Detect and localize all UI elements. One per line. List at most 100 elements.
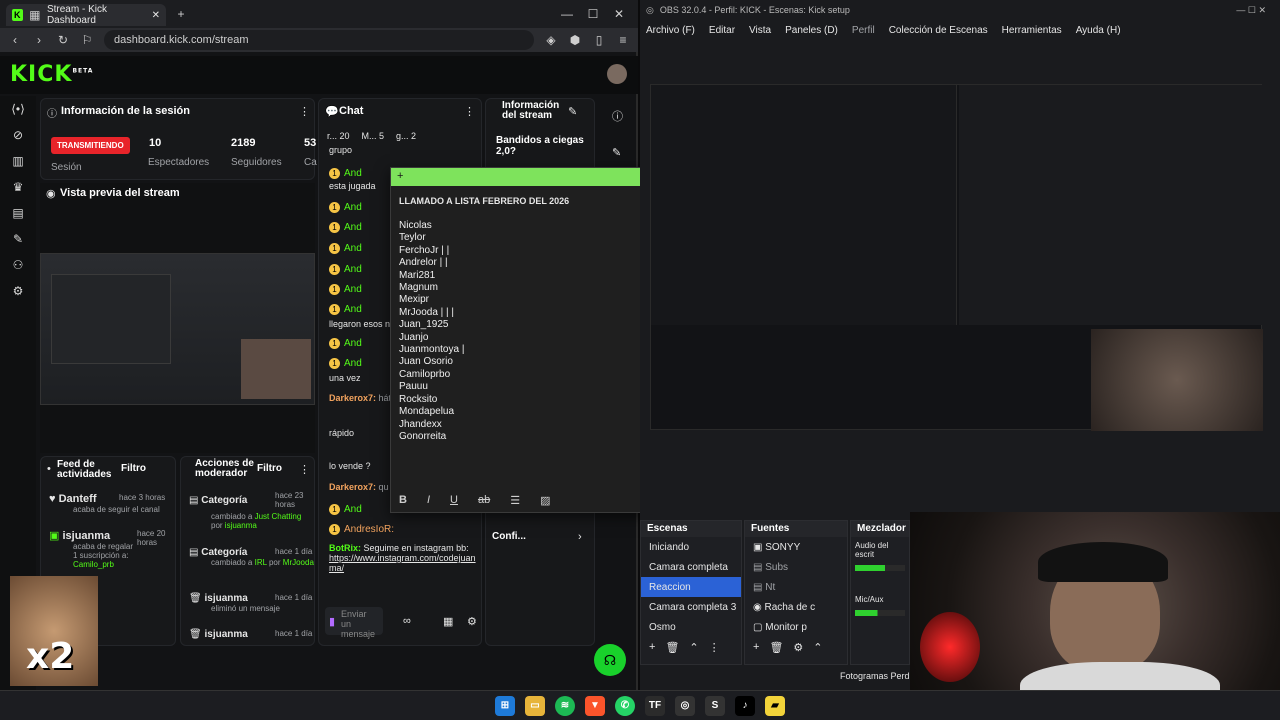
gift-icon[interactable]: ▦ (443, 615, 453, 628)
close-icon[interactable]: ✕ (152, 10, 160, 21)
strikethrough-icon[interactable]: ab (478, 494, 490, 507)
gear-icon[interactable]: ⚙ (793, 641, 803, 654)
up-icon[interactable]: ⌃ (689, 641, 698, 654)
support-button[interactable]: ☊ (594, 644, 626, 676)
source-item[interactable]: ◉ Racha de c (745, 597, 847, 617)
browser-tab[interactable]: K ▦ Stream - Kick Dashboard ✕ (6, 4, 166, 26)
layout-icon[interactable]: ▤ (0, 200, 36, 226)
back-icon[interactable]: ‹ (8, 33, 22, 47)
extensions-icon[interactable]: ⬢ (568, 33, 582, 47)
url-field[interactable]: dashboard.kick.com/stream (104, 30, 534, 50)
mic-icon[interactable]: ▮ (329, 615, 335, 628)
new-tab-icon[interactable]: + (174, 7, 188, 21)
sticky-notes-icon[interactable]: ▰ (765, 695, 785, 716)
note-list[interactable]: Nicolas Teylor FerchoJr | | Andrelor | |… (399, 220, 464, 443)
reload-icon[interactable]: ↻ (56, 33, 70, 47)
menu-item[interactable]: Vista (749, 25, 771, 36)
scene-item[interactable]: Camara completa 3 (641, 597, 741, 617)
menu-item[interactable]: Herramientas (1002, 25, 1062, 36)
kick-logo[interactable]: KICKBETA (10, 62, 93, 87)
tf-icon[interactable]: TF (645, 695, 665, 716)
more-icon[interactable]: ⋮ (299, 463, 310, 476)
menu-item[interactable]: Paneles (D) (785, 25, 838, 36)
window-close-icon[interactable]: ✕ (612, 7, 626, 21)
sidebar-icon[interactable]: ▯ (592, 33, 606, 47)
trophy-icon[interactable]: ♛ (0, 174, 36, 200)
bookmark-icon[interactable]: ⚐ (80, 33, 94, 47)
chat-username[interactable]: Darkerox7: hát (329, 393, 391, 403)
more-icon[interactable]: ⋮ (709, 641, 720, 654)
link-icon[interactable]: ⊘ (0, 122, 36, 148)
whatsapp-icon[interactable]: ✆ (615, 695, 635, 716)
window-controls-icon[interactable]: — ☐ ✕ (1236, 5, 1266, 16)
italic-icon[interactable]: I (427, 494, 430, 507)
chevron-right-icon[interactable]: › (578, 531, 582, 543)
tiktok-icon[interactable]: ♪ (735, 695, 755, 716)
up-icon[interactable]: ⌃ (813, 641, 822, 654)
trash-icon[interactable]: 🗑 (769, 641, 783, 654)
viewers-count: 10 (149, 137, 162, 149)
avatar[interactable] (607, 64, 627, 84)
menu-item[interactable]: Editar (709, 25, 735, 36)
stream-preview-video[interactable] (40, 253, 315, 405)
chat-tab[interactable]: M... 5 (362, 131, 385, 141)
source-item[interactable]: ▤ Subs (745, 557, 847, 577)
scene-item[interactable]: Camara completa (641, 557, 741, 577)
source-item[interactable]: ▣ SONYY (745, 537, 847, 557)
add-note-icon[interactable]: + (397, 170, 403, 182)
brave-icon[interactable]: ▼ (585, 695, 605, 716)
streamlabs-icon[interactable]: S (705, 695, 725, 716)
feed-user[interactable]: isjuanma (62, 530, 110, 542)
obs-icon[interactable]: ◎ (675, 695, 695, 716)
chat-tab[interactable]: g... 2 (396, 131, 416, 141)
wrench-icon[interactable]: ✎ (0, 226, 36, 252)
more-icon[interactable]: ⋮ (299, 105, 310, 118)
add-icon[interactable]: + (753, 641, 759, 654)
folder-icon[interactable]: ▭ (525, 695, 545, 716)
chat-tab[interactable]: r... 20 (327, 131, 350, 141)
users-icon[interactable]: ⚇ (0, 252, 36, 278)
shield-icon[interactable]: ◈ (544, 33, 558, 47)
scene-item[interactable]: Iniciando (641, 537, 741, 557)
info-icon[interactable]: ⓘ (612, 108, 623, 124)
image-icon[interactable]: ▨ (540, 494, 550, 507)
edit-icon[interactable]: ✎ (612, 146, 621, 159)
maximize-icon[interactable]: ☐ (586, 7, 600, 21)
feed-filter-button[interactable]: Filtro (121, 463, 146, 474)
feed-extra[interactable]: Camilo_prb (49, 560, 175, 569)
windows-start-icon[interactable]: ⊞ (495, 695, 515, 716)
scene-item-selected[interactable]: Reaccion (641, 577, 741, 597)
stream-icon[interactable]: ⟨•⟩ (0, 96, 36, 122)
source-item[interactable]: ▤ Nt (745, 577, 847, 597)
menu-icon[interactable]: ≡ (616, 33, 630, 47)
obs-preview[interactable] (650, 84, 1263, 431)
settings-icon[interactable]: ⚙ (467, 615, 477, 628)
instagram-link[interactable]: https://www.instagram.com/codejuanma/ (329, 553, 479, 573)
source-item[interactable]: ▢ Monitor p (745, 617, 847, 637)
emote-icon[interactable]: ∞ (403, 615, 411, 627)
bold-icon[interactable]: B (399, 494, 407, 507)
feed-user[interactable]: Danteff (59, 493, 97, 505)
menu-item[interactable]: Perfil (852, 25, 875, 36)
settings-icon[interactable]: ⚙ (0, 278, 36, 304)
minimize-icon[interactable]: — (560, 7, 574, 21)
add-icon[interactable]: + (649, 641, 655, 654)
list-icon[interactable]: ☰ (510, 494, 520, 507)
menu-item[interactable]: Colección de Escenas (889, 25, 988, 36)
trash-icon[interactable]: 🗑 (665, 641, 679, 654)
menu-item[interactable]: Ayuda (H) (1076, 25, 1121, 36)
scene-item[interactable]: Osmo (641, 617, 741, 637)
config-item[interactable]: Confi... (492, 531, 526, 542)
more-icon[interactable]: ⋮ (464, 105, 475, 118)
spotify-icon[interactable]: ≋ (555, 695, 575, 716)
underline-icon[interactable]: U (450, 494, 458, 507)
tab-title: Stream - Kick Dashboard (46, 4, 107, 26)
mod-filter-button[interactable]: Filtro (257, 463, 282, 474)
chart-icon[interactable]: ▥ (0, 148, 36, 174)
edit-icon[interactable]: ✎ (568, 105, 577, 118)
chat-username[interactable]: Darkerox7: qu (329, 482, 389, 492)
forward-icon[interactable]: › (32, 33, 46, 47)
tab-grid-icon: ▦ (29, 8, 41, 22)
menu-item[interactable]: Archivo (F) (646, 25, 695, 36)
third-label: Ca (304, 157, 317, 168)
